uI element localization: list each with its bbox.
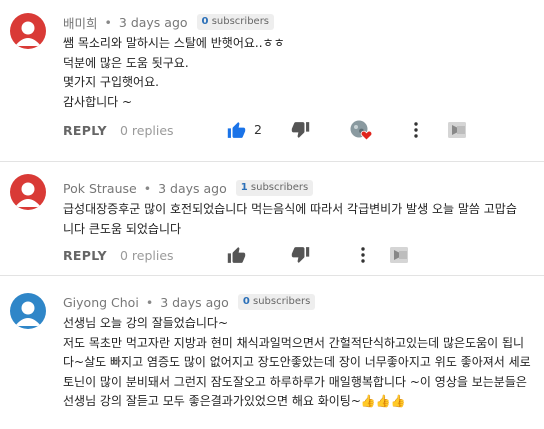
separator-dot: •	[104, 14, 112, 30]
comment-line: 몇가지 구입햇어요.	[63, 75, 159, 89]
subscriber-label: subscribers	[250, 182, 309, 193]
like-count: 2	[254, 122, 262, 137]
subscriber-badge: 1 subscribers	[235, 180, 314, 196]
reply-button[interactable]: REPLY	[63, 248, 120, 263]
more-vert-icon[interactable]	[406, 120, 426, 140]
comment-meta: 배미희 • 3 days ago 0 subscribers	[63, 13, 536, 31]
avatar[interactable]	[10, 293, 46, 329]
comment-meta: Pok Strause • 3 days ago 1 subscribers	[63, 179, 536, 197]
comment-line: 다~살도 빠지고 염증도 많이 없어지고 장도안좋았는데 장이 너무좋아지고 위…	[63, 355, 531, 369]
comment-time: 3 days ago	[158, 180, 227, 196]
comment-line: 쌤 목소리와 말하시는 스탈에 반햇어요..ㅎㅎ	[63, 36, 285, 50]
replies-count[interactable]: 0 replies	[120, 248, 224, 263]
comment-item: Giyong Choi • 3 days ago 0 subscribers 선…	[0, 276, 544, 429]
comment-text: 쌤 목소리와 말하시는 스탈에 반햇어요..ㅎㅎ 덕분에 많은 도움 됫구요. …	[63, 34, 536, 112]
thumbs-down-icon[interactable]	[290, 120, 310, 140]
subscriber-count: 1	[240, 182, 248, 193]
comment-line: 선생님 오늘 강의 잘들었습니다~	[63, 316, 229, 330]
comment-actions: REPLY 0 replies	[63, 243, 536, 267]
comment-actions: REPLY 0 replies 2	[63, 118, 536, 142]
separator-dot: •	[145, 294, 154, 310]
comment-author[interactable]: Giyong Choi	[63, 295, 139, 310]
comment-line: 급성대장증후군 많이 호전되었습니다 먹는음식에 따라서 각급변비가 발생 오늘…	[63, 202, 517, 216]
avatar[interactable]	[10, 174, 46, 210]
comment-author[interactable]: Pok Strause	[63, 181, 137, 196]
thumbs-up-icon[interactable]	[226, 245, 246, 265]
comment-text: 선생님 오늘 강의 잘들었습니다~ 저도 목초만 먹고자란 지방과 현미 채식과…	[63, 314, 536, 412]
subscriber-badge: 0 subscribers	[196, 14, 275, 30]
subscriber-badge: 0 subscribers	[237, 294, 316, 310]
comment-line: 선생님 강의 잘듣고 모두 좋은결과가있었으면 해요 화이팅~👍👍👍	[63, 394, 406, 408]
subscriber-count: 0	[201, 16, 209, 27]
thumbs-up-icon[interactable]	[226, 120, 246, 140]
comment-line: 덕분에 많은 도움 됫구요.	[63, 55, 189, 70]
comment-time: 3 days ago	[160, 294, 229, 310]
comment-line: 저도 목초만 먹고자란 지방과 현미 채식과일먹으면서 간헐적단식하고있는데 많…	[63, 335, 525, 350]
comment-line: 니다 큰도움 되었습니다	[63, 221, 182, 236]
subscriber-label: subscribers	[253, 296, 311, 307]
comment-line: 토닌이 많이 분비돼서 그런지 잠도잘오고 하루하루가 매일행복합니다 ~이 영…	[63, 374, 527, 389]
subscriber-label: subscribers	[211, 16, 270, 27]
more-vert-icon[interactable]	[353, 245, 373, 265]
comment-line: 감사합니다 ~	[63, 94, 133, 109]
comment-time: 3 days ago	[118, 14, 188, 30]
reply-button[interactable]: REPLY	[63, 123, 120, 138]
comment-author[interactable]: 배미희	[63, 13, 98, 32]
creator-heart-icon	[349, 119, 373, 141]
subscriber-count: 0	[242, 296, 250, 307]
comment-meta: Giyong Choi • 3 days ago 0 subscribers	[63, 293, 536, 311]
replies-count[interactable]: 0 replies	[120, 123, 224, 138]
comment-text: 급성대장증후군 많이 호전되었습니다 먹는음식에 따라서 각급변비가 발생 오늘…	[63, 200, 536, 239]
avatar[interactable]	[10, 13, 46, 49]
translate-icon[interactable]	[447, 120, 467, 140]
comment-item: 배미희 • 3 days ago 0 subscribers 쌤 목소리와 말하…	[0, 0, 544, 162]
thumbs-down-icon[interactable]	[290, 245, 310, 265]
comment-item: Pok Strause • 3 days ago 1 subscribers 급…	[0, 162, 544, 276]
separator-dot: •	[143, 180, 152, 196]
translate-icon[interactable]	[389, 245, 409, 265]
